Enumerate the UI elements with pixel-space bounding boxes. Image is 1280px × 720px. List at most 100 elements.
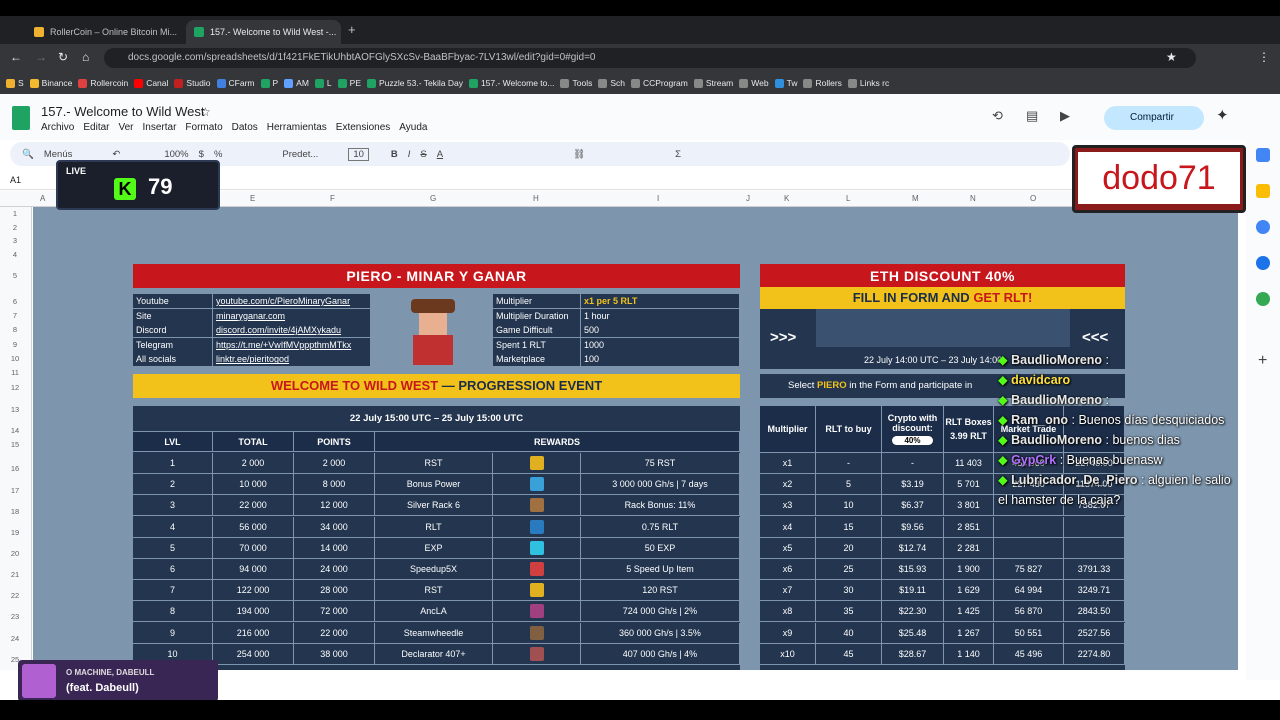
bookmark-item[interactable]: Puzzle 53.- Tekila Day <box>367 78 463 88</box>
column-header[interactable]: M <box>912 194 919 203</box>
menu-item[interactable]: Editar <box>83 122 109 133</box>
column-header[interactable]: E <box>250 194 255 203</box>
bookmark-item[interactable]: P <box>260 78 278 88</box>
link-icon[interactable]: ⛓ <box>573 149 585 160</box>
row-header[interactable]: 9 <box>0 340 30 349</box>
row-header[interactable]: 11 <box>0 368 30 377</box>
row-header[interactable]: 14 <box>0 426 30 435</box>
bookmark-item[interactable]: CFarm <box>216 78 255 88</box>
home-icon[interactable]: ⌂ <box>82 50 89 64</box>
menu-item[interactable]: Insertar <box>143 122 177 133</box>
row-header[interactable]: 10 <box>0 354 30 363</box>
tab-spreadsheet[interactable]: 157.- Welcome to Wild West -...✕ <box>186 20 341 44</box>
column-header[interactable]: G <box>430 194 436 203</box>
row-header[interactable]: 7 <box>0 311 30 320</box>
history-icon[interactable]: ⟲ <box>992 108 1003 124</box>
keep-icon[interactable] <box>1256 184 1270 198</box>
row-header[interactable]: 5 <box>0 271 30 280</box>
bookmark-item[interactable]: L <box>314 78 332 88</box>
undo-icon[interactable]: ↶ <box>112 149 120 160</box>
italic-button[interactable]: I <box>408 149 411 160</box>
bookmark-item[interactable]: S <box>6 78 24 88</box>
link-value[interactable]: youtube.com/c/PieroMinaryGanar <box>213 294 371 308</box>
bookmark-item[interactable]: Tools <box>560 78 592 88</box>
row-header[interactable]: 2 <box>0 223 30 232</box>
column-header[interactable]: K <box>784 194 789 203</box>
row-header[interactable]: 4 <box>0 250 30 259</box>
link-value[interactable]: minaryganar.com <box>213 308 371 323</box>
functions-icon[interactable]: Σ <box>675 149 681 160</box>
bold-button[interactable]: B <box>391 149 398 160</box>
forward-icon[interactable]: → <box>35 50 47 64</box>
percent-button[interactable]: % <box>214 149 222 160</box>
row-header[interactable]: 6 <box>0 297 30 306</box>
add-icon[interactable]: + <box>1258 352 1267 370</box>
menu-item[interactable]: Formato <box>185 122 222 133</box>
calendar-icon[interactable] <box>1256 148 1270 162</box>
row-header[interactable]: 20 <box>0 549 30 558</box>
column-header[interactable]: F <box>330 194 335 203</box>
row-header[interactable]: 1 <box>0 209 30 218</box>
meet-icon[interactable]: ▶ <box>1060 108 1070 124</box>
more-icon[interactable]: ⋮ <box>1258 50 1270 64</box>
column-header[interactable]: J <box>746 194 750 203</box>
row-header[interactable]: 21 <box>0 570 30 579</box>
link-value[interactable]: https://t.me/+VwIfMVpppthmMTkx <box>213 337 371 352</box>
form-link[interactable] <box>816 309 1070 347</box>
cell-reference[interactable]: A1 <box>10 175 21 185</box>
row-header[interactable]: 24 <box>0 634 30 643</box>
tab-rollercoin[interactable]: RollerCoin – Online Bitcoin Mi...✕ <box>26 20 181 44</box>
bookmark-item[interactable]: Stream <box>693 78 733 88</box>
row-header[interactable]: 13 <box>0 405 30 414</box>
bookmark-item[interactable]: CCProgram <box>630 78 688 88</box>
column-header[interactable]: I <box>657 194 659 203</box>
menu-item[interactable]: Extensiones <box>336 122 390 133</box>
row-header[interactable]: 17 <box>0 486 30 495</box>
link-value[interactable]: discord.com/invite/4jAMXykadu <box>213 323 371 338</box>
bookmark-item[interactable]: Rollers <box>803 78 842 88</box>
bookmark-item[interactable]: PE <box>337 78 361 88</box>
row-header[interactable]: 18 <box>0 507 30 516</box>
bookmark-item[interactable]: Binance <box>29 78 72 88</box>
gemini-icon[interactable]: ✦ <box>1216 106 1229 124</box>
link-value[interactable]: linktr.ee/pieritogod <box>213 352 371 367</box>
menu-item[interactable]: Ayuda <box>399 122 427 133</box>
font-size-field[interactable]: 10 <box>348 147 369 161</box>
bookmark-item[interactable]: Links rc <box>847 78 889 88</box>
bookmark-item[interactable]: Canal <box>134 78 168 88</box>
zoom-select[interactable]: 100% <box>164 149 188 160</box>
discount-select[interactable]: 40% <box>892 436 933 445</box>
column-header[interactable]: H <box>533 194 539 203</box>
maps-icon[interactable] <box>1256 292 1270 306</box>
row-header[interactable]: 23 <box>0 612 30 621</box>
contacts-icon[interactable] <box>1256 256 1270 270</box>
font-select[interactable]: Predet... <box>282 149 318 160</box>
row-header[interactable]: 3 <box>0 236 30 245</box>
star-icon[interactable]: ☆ <box>200 105 211 119</box>
bookmark-item[interactable]: AM <box>284 78 309 88</box>
comment-icon[interactable]: ▤ <box>1026 108 1038 124</box>
row-header[interactable]: 19 <box>0 528 30 537</box>
bookmark-item[interactable]: Rollercoin <box>78 78 128 88</box>
row-header[interactable]: 8 <box>0 325 30 334</box>
menus-search[interactable]: Menús <box>44 149 73 160</box>
menu-item[interactable]: Ver <box>118 122 133 133</box>
doc-title[interactable]: 157.- Welcome to Wild West <box>41 104 205 119</box>
column-header[interactable]: O <box>1030 194 1036 203</box>
menu-item[interactable]: Archivo <box>41 122 74 133</box>
reload-icon[interactable]: ↻ <box>58 50 68 64</box>
menu-item[interactable]: Datos <box>232 122 258 133</box>
text-color-button[interactable]: A <box>437 149 443 160</box>
star-icon[interactable]: ★ <box>1166 50 1177 64</box>
row-header[interactable]: 16 <box>0 464 30 473</box>
sheets-logo-icon[interactable] <box>12 106 30 130</box>
bookmark-item[interactable]: Sch <box>598 78 625 88</box>
tasks-icon[interactable] <box>1256 220 1270 234</box>
url-field[interactable]: docs.google.com/spreadsheets/d/1f421FkET… <box>104 48 1196 68</box>
bookmark-item[interactable]: Studio <box>174 78 211 88</box>
column-header[interactable]: A <box>40 194 45 203</box>
row-header[interactable]: 12 <box>0 383 30 392</box>
bookmark-item[interactable]: 157.- Welcome to... <box>468 78 554 88</box>
strikethrough-button[interactable]: S <box>420 149 426 160</box>
row-header[interactable]: 22 <box>0 591 30 600</box>
